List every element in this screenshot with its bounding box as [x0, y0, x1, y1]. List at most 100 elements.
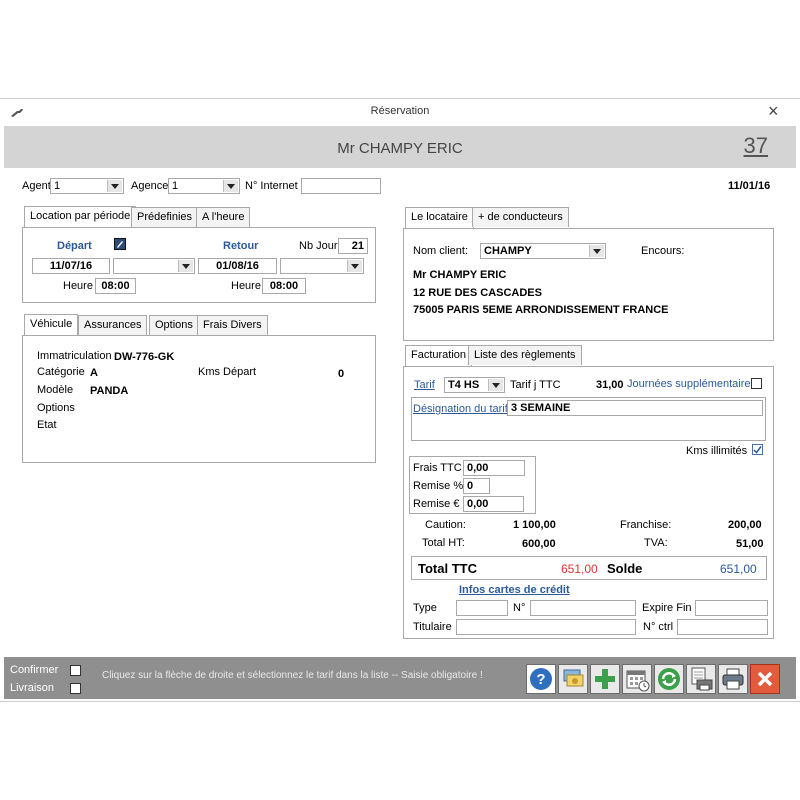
- tarif-jour-label: Tarif j TTC: [510, 379, 561, 391]
- kms-depart-label: Kms Départ: [198, 366, 257, 378]
- refresh-icon[interactable]: [654, 664, 684, 694]
- chevron-down-icon: [488, 379, 503, 391]
- close-icon[interactable]: [750, 664, 780, 694]
- total-ttc-label: Total TTC: [418, 561, 477, 576]
- tarif-link[interactable]: Tarif: [414, 379, 435, 391]
- retour-heure-label: Heure: [231, 280, 261, 292]
- cc-titulaire-input[interactable]: [456, 619, 636, 635]
- total-ht-value: 600,00: [522, 538, 556, 550]
- tab-liste-des-reglements[interactable]: Liste des règlements: [468, 345, 582, 365]
- tab-assurances[interactable]: Assurances: [78, 315, 148, 335]
- tarif-select[interactable]: T4 HS: [444, 377, 505, 393]
- etat-label: Etat: [37, 419, 57, 431]
- caution-value: 1 100,00: [513, 519, 556, 531]
- client-address-line3: 75005 PARIS 5EME ARRONDISSEMENT FRANCE: [413, 304, 669, 316]
- livraison-label: Livraison: [10, 682, 55, 694]
- internet-label: N° Internet: [245, 180, 298, 192]
- nom-client-value: CHAMPY: [484, 245, 532, 257]
- tab-facturation[interactable]: Facturation: [405, 345, 473, 367]
- agence-value: 1: [172, 180, 179, 192]
- tab-predefinies[interactable]: Prédefinies: [131, 207, 199, 227]
- cc-expire-input[interactable]: [695, 600, 768, 616]
- tab-a-l-heure[interactable]: A l'heure: [196, 207, 251, 227]
- journees-supplementaires-checkbox[interactable]: [751, 378, 762, 389]
- immat-label: Immatriculation: [37, 350, 112, 362]
- cc-number-label: N°: [513, 602, 526, 614]
- window-close-button[interactable]: ×: [768, 101, 779, 122]
- kms-illimites-checkbox[interactable]: [752, 444, 763, 455]
- modele-label: Modèle: [37, 384, 74, 396]
- depart-date-input[interactable]: 11/07/16: [32, 258, 110, 274]
- cc-number-input[interactable]: [530, 600, 636, 616]
- cc-titulaire-label: Titulaire: [413, 621, 452, 633]
- reservation-number[interactable]: 37: [744, 133, 768, 159]
- chevron-down-icon: [347, 260, 362, 272]
- tva-value: 51,00: [736, 538, 764, 550]
- livraison-checkbox[interactable]: [70, 683, 81, 694]
- remise-eur-input[interactable]: 0,00: [463, 496, 524, 512]
- categorie-label: Catégorie: [37, 366, 85, 378]
- depart-option-select[interactable]: [113, 258, 195, 274]
- designation-input[interactable]: 3 SEMAINE: [507, 400, 763, 416]
- tab-frais-divers[interactable]: Frais Divers: [197, 315, 268, 335]
- svg-text:?: ?: [536, 671, 545, 688]
- chevron-down-icon: [107, 180, 122, 192]
- immat-value: DW-776-GK: [114, 351, 175, 363]
- add-icon[interactable]: [590, 664, 620, 694]
- options-label: Options: [37, 402, 75, 414]
- tab-plus-de-conducteurs[interactable]: + de conducteurs: [472, 207, 569, 227]
- remise-pct-label: Remise %: [413, 480, 464, 492]
- agence-select[interactable]: 1: [168, 178, 240, 194]
- title-bar: Réservation ×: [0, 99, 800, 125]
- depart-heure-label: Heure: [63, 280, 93, 292]
- designation-link[interactable]: Désignation du tarif: [413, 403, 508, 415]
- credit-card-info-link[interactable]: Infos cartes de crédit: [459, 584, 570, 596]
- nbjour-label: Nb Jour: [299, 240, 338, 252]
- tab-location-par-periode[interactable]: Location par période: [24, 206, 137, 228]
- agent-value: 1: [54, 180, 61, 192]
- edit-icon[interactable]: [114, 238, 126, 250]
- agent-label: Agent: [22, 180, 51, 192]
- retour-label: Retour: [223, 240, 259, 252]
- caution-label: Caution:: [425, 519, 466, 531]
- calendar-icon[interactable]: [622, 664, 652, 694]
- payment-icon[interactable]: [558, 664, 588, 694]
- retour-option-select[interactable]: [280, 258, 364, 274]
- help-icon[interactable]: ?: [526, 664, 556, 694]
- tab-le-locataire[interactable]: Le locataire: [405, 207, 474, 229]
- retour-heure-input[interactable]: 08:00: [262, 278, 306, 294]
- print-preview-icon[interactable]: [686, 664, 716, 694]
- tva-label: TVA:: [644, 537, 668, 549]
- modele-value: PANDA: [90, 385, 129, 397]
- chevron-down-icon: [223, 180, 238, 192]
- total-ht-label: Total HT:: [422, 537, 465, 549]
- categorie-value: A: [90, 367, 98, 379]
- footer-message: Cliquez sur la flèche de droite et sélec…: [102, 670, 483, 681]
- cc-type-input[interactable]: [456, 600, 508, 616]
- retour-date-input[interactable]: 01/08/16: [198, 258, 277, 274]
- tarif-value: T4 HS: [448, 379, 480, 391]
- depart-heure-input[interactable]: 08:00: [95, 278, 136, 294]
- remise-eur-label: Remise €: [413, 498, 460, 510]
- nbjour-input[interactable]: 21: [338, 238, 368, 254]
- nom-client-select[interactable]: CHAMPY: [480, 243, 606, 259]
- tab-options[interactable]: Options: [149, 315, 199, 335]
- confirmer-checkbox[interactable]: [70, 665, 81, 676]
- depart-label: Départ: [57, 240, 92, 252]
- internet-input[interactable]: [301, 178, 381, 194]
- frais-ttc-label: Frais TTC: [413, 462, 462, 474]
- franchise-value: 200,00: [728, 519, 762, 531]
- agent-select[interactable]: 1: [50, 178, 124, 194]
- solde-value: 651,00: [720, 562, 757, 576]
- print-icon[interactable]: [718, 664, 748, 694]
- confirmer-label: Confirmer: [10, 664, 59, 676]
- tab-vehicule[interactable]: Véhicule: [24, 314, 79, 336]
- footer-bar: Confirmer Livraison Cliquez sur la flèch…: [4, 657, 796, 699]
- frais-ttc-input[interactable]: 0,00: [463, 460, 525, 476]
- client-address-line1: Mr CHAMPY ERIC: [413, 269, 507, 281]
- client-name-title: Mr CHAMPY ERIC: [337, 140, 463, 157]
- total-ttc-value: 651,00: [561, 562, 598, 576]
- cc-ctrl-input[interactable]: [677, 619, 768, 635]
- window-title: Réservation: [370, 105, 430, 117]
- remise-pct-input[interactable]: 0: [463, 478, 490, 494]
